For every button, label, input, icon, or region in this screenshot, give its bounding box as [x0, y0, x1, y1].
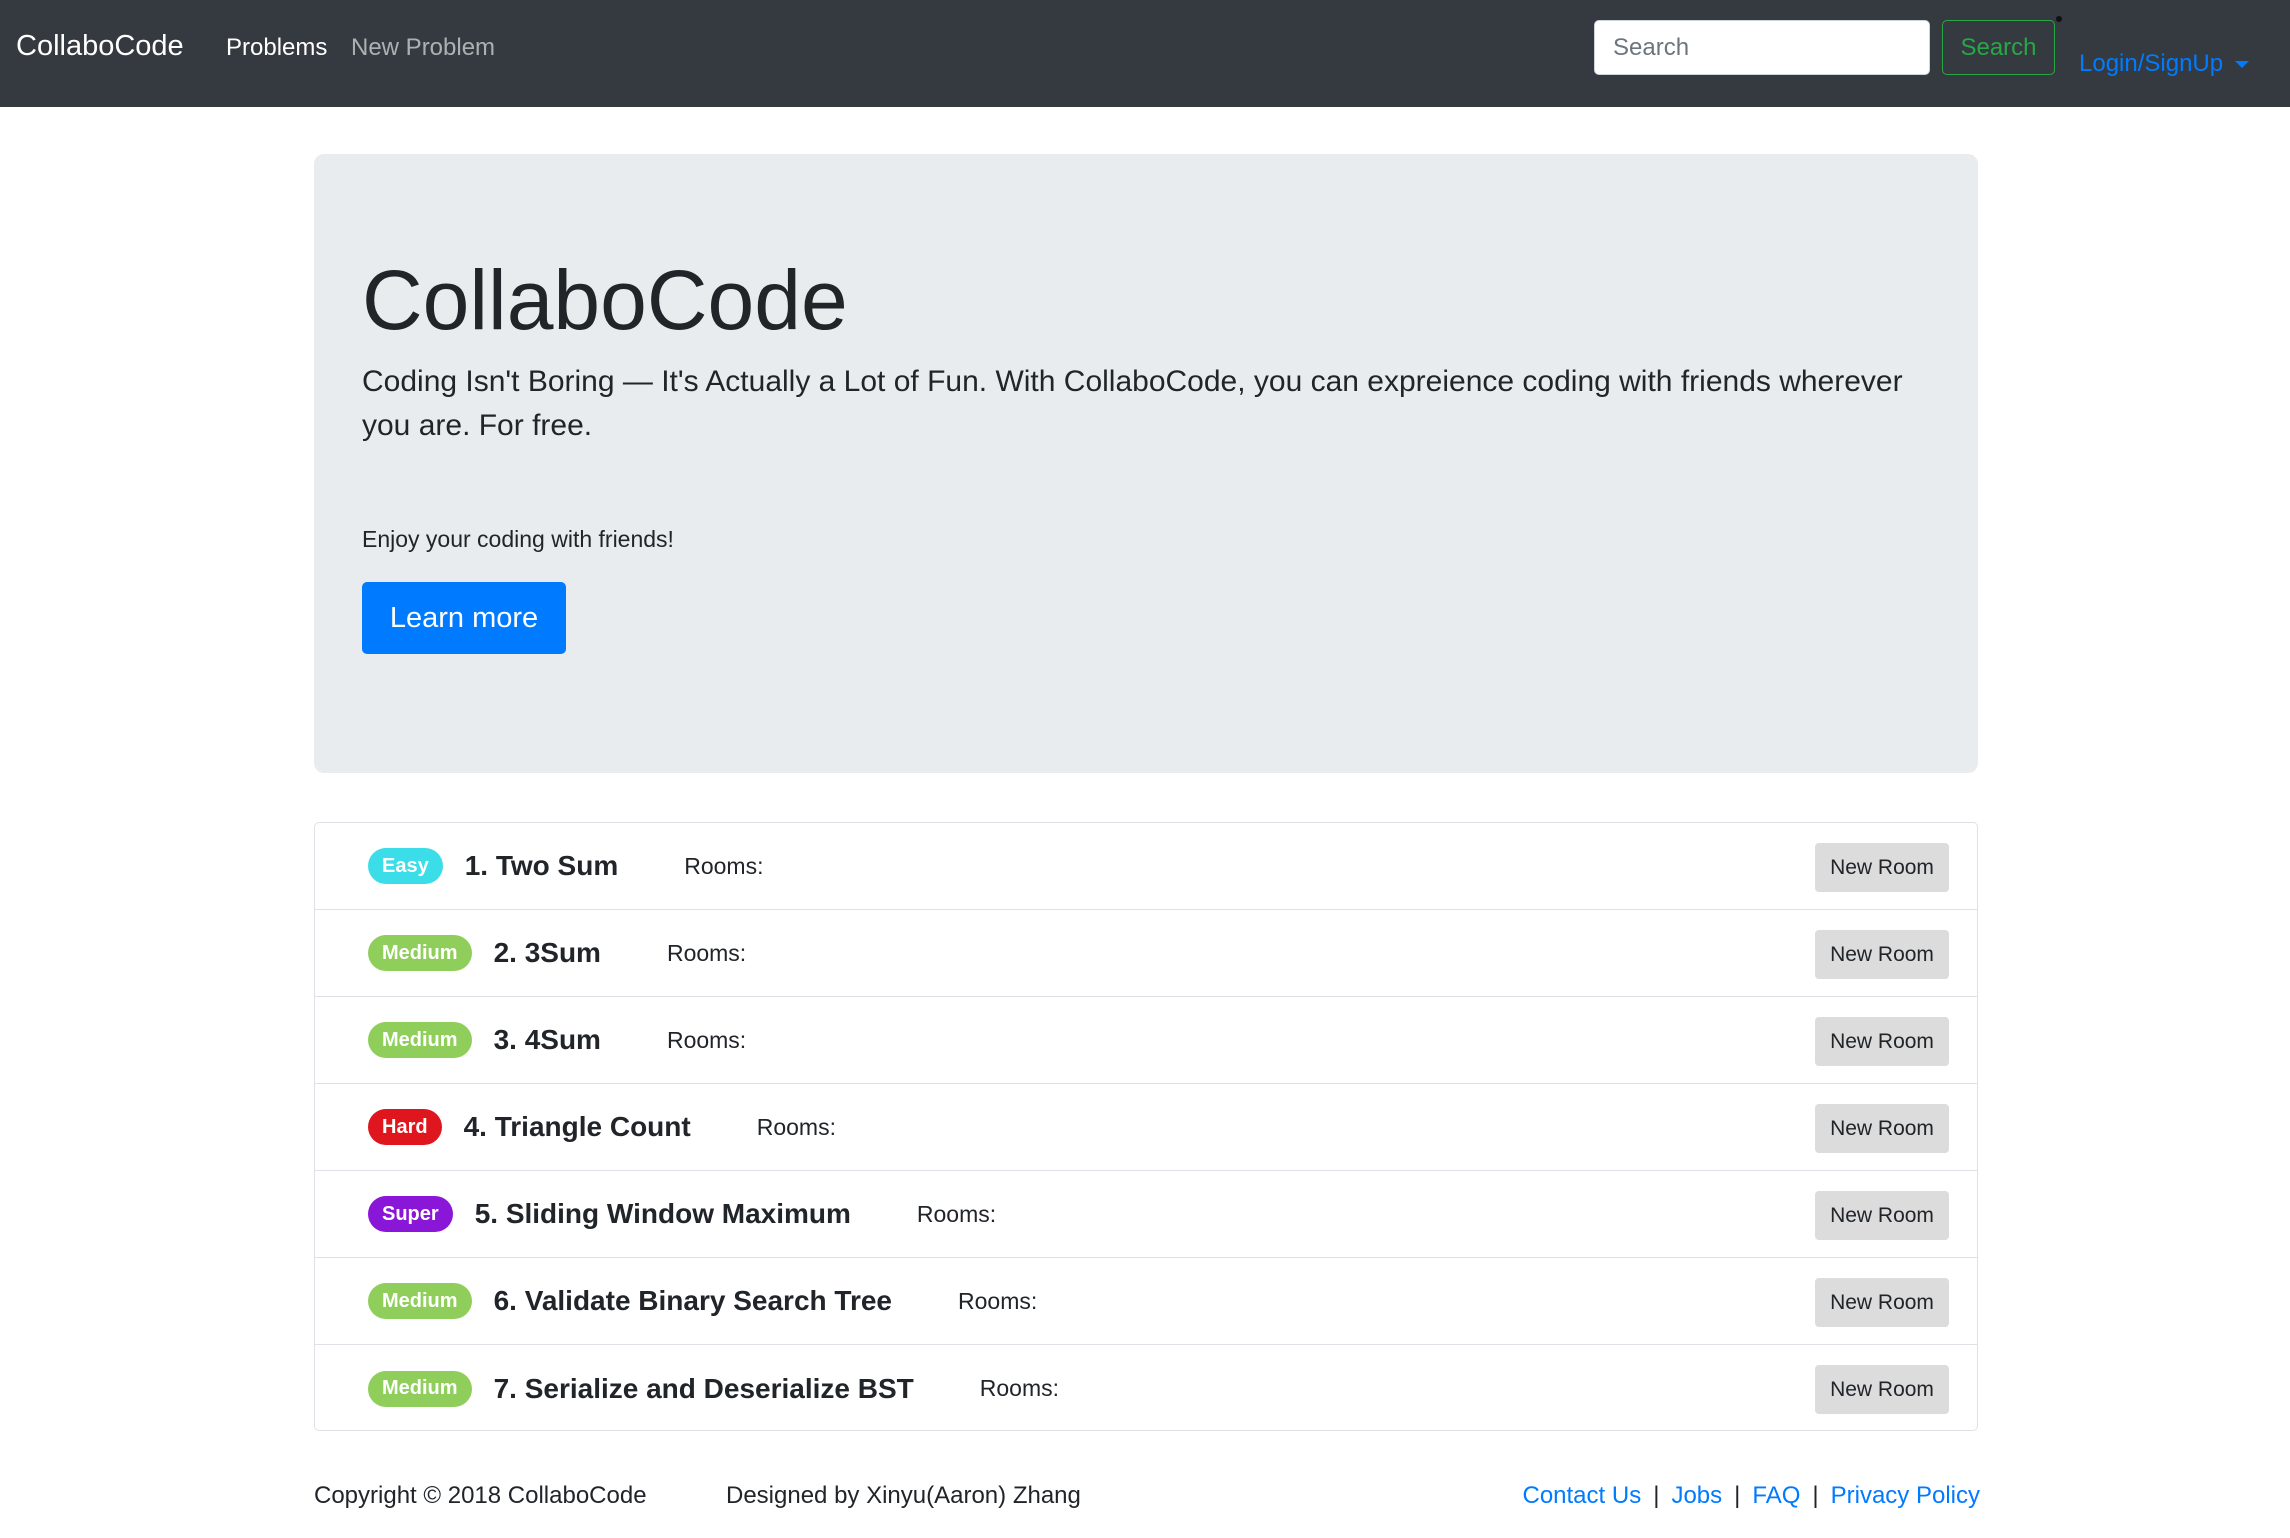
problem-title[interactable]: 2. 3Sum: [494, 937, 601, 969]
difficulty-badge: Medium: [368, 1370, 472, 1407]
jumbotron-title: CollaboCode: [362, 253, 848, 347]
navbar: CollaboCode Problems New Problem Search …: [0, 0, 2290, 107]
problem-row: Medium 6. Validate Binary Search Tree Ro…: [315, 1258, 1977, 1345]
problem-row: Medium 3. 4Sum Rooms: New Room: [315, 997, 1977, 1084]
login-signup-label: Login/SignUp: [2079, 50, 2224, 77]
rooms-label: Rooms:: [684, 852, 764, 879]
problem-row: Medium 2. 3Sum Rooms: New Room: [315, 910, 1977, 997]
problem-title[interactable]: 3. 4Sum: [494, 1024, 601, 1056]
difficulty-badge: Medium: [368, 1022, 472, 1058]
rooms-label: Rooms:: [666, 939, 747, 966]
jumbotron-tagline: Enjoy your coding with friends!: [362, 526, 674, 552]
copyright-text: Copyright © 2018 CollaboCode: [314, 1482, 647, 1509]
footer-links: Contact Us | Jobs | FAQ | Privacy Policy: [1522, 1482, 1980, 1510]
difficulty-badge: Easy: [368, 848, 443, 884]
jumbotron-lead: Coding Isn't Boring — It's Actually a Lo…: [362, 365, 1903, 442]
search-button[interactable]: Search: [1942, 20, 2055, 75]
footer-link-jobs[interactable]: Jobs: [1671, 1482, 1722, 1509]
footer-separator: |: [1734, 1482, 1741, 1509]
problem-title[interactable]: 6. Validate Binary Search Tree: [494, 1285, 892, 1317]
new-room-button[interactable]: New Room: [1815, 1365, 1949, 1414]
new-room-button[interactable]: New Room: [1815, 930, 1949, 979]
footer-link-faq[interactable]: FAQ: [1752, 1482, 1800, 1509]
difficulty-badge: Hard: [368, 1109, 442, 1145]
rooms-label: Rooms:: [756, 1113, 836, 1140]
nav-link-problems[interactable]: Problems: [226, 34, 327, 62]
new-room-button[interactable]: New Room: [1815, 1017, 1949, 1066]
new-room-button[interactable]: New Room: [1815, 1104, 1949, 1153]
footer-separator: |: [1812, 1482, 1819, 1509]
new-room-button[interactable]: New Room: [1815, 843, 1949, 892]
problem-title[interactable]: 1. Two Sum: [465, 850, 619, 882]
login-signup-dropdown[interactable]: Login/SignUp: [2079, 50, 2250, 78]
rooms-label: Rooms:: [958, 1287, 1038, 1314]
difficulty-badge: Medium: [368, 1283, 472, 1319]
problem-title[interactable]: 5. Sliding Window Maximum: [475, 1198, 851, 1230]
new-room-button[interactable]: New Room: [1815, 1191, 1949, 1240]
footer: Copyright © 2018 CollaboCode Designed by…: [314, 1482, 1980, 1512]
nav-link-new-problem[interactable]: New Problem: [351, 34, 495, 62]
problem-row: Super 5. Sliding Window Maximum Rooms: N…: [315, 1171, 1977, 1258]
designer-credit: Designed by Xinyu(Aaron) Zhang: [726, 1482, 1081, 1509]
new-room-button[interactable]: New Room: [1815, 1278, 1949, 1327]
rooms-label: Rooms:: [979, 1375, 1060, 1401]
problem-list: Easy 1. Two Sum Rooms: New Room Medium 2…: [314, 822, 1978, 1431]
problem-row: Hard 4. Triangle Count Rooms: New Room: [315, 1084, 1977, 1171]
dot-icon: [2056, 16, 2062, 22]
search-input[interactable]: [1594, 20, 1930, 75]
rooms-label: Rooms:: [916, 1200, 997, 1227]
footer-link-privacy-policy[interactable]: Privacy Policy: [1831, 1482, 1980, 1509]
problem-title[interactable]: 7. Serialize and Deserialize BST: [494, 1373, 914, 1405]
footer-link-contact-us[interactable]: Contact Us: [1522, 1482, 1641, 1509]
caret-down-icon: [2235, 60, 2250, 68]
jumbotron: CollaboCode Coding Isn't Boring — It's A…: [314, 154, 1978, 773]
brand-logo[interactable]: CollaboCode: [16, 30, 184, 63]
problem-row: Medium 7. Serialize and Deserialize BST …: [315, 1345, 1977, 1430]
problem-title[interactable]: 4. Triangle Count: [464, 1111, 691, 1143]
problem-row: Easy 1. Two Sum Rooms: New Room: [315, 823, 1977, 910]
difficulty-badge: Medium: [368, 935, 472, 971]
difficulty-badge: Super: [368, 1196, 453, 1232]
rooms-label: Rooms:: [666, 1026, 747, 1053]
learn-more-button[interactable]: Learn more: [362, 582, 566, 654]
footer-separator: |: [1653, 1482, 1660, 1509]
